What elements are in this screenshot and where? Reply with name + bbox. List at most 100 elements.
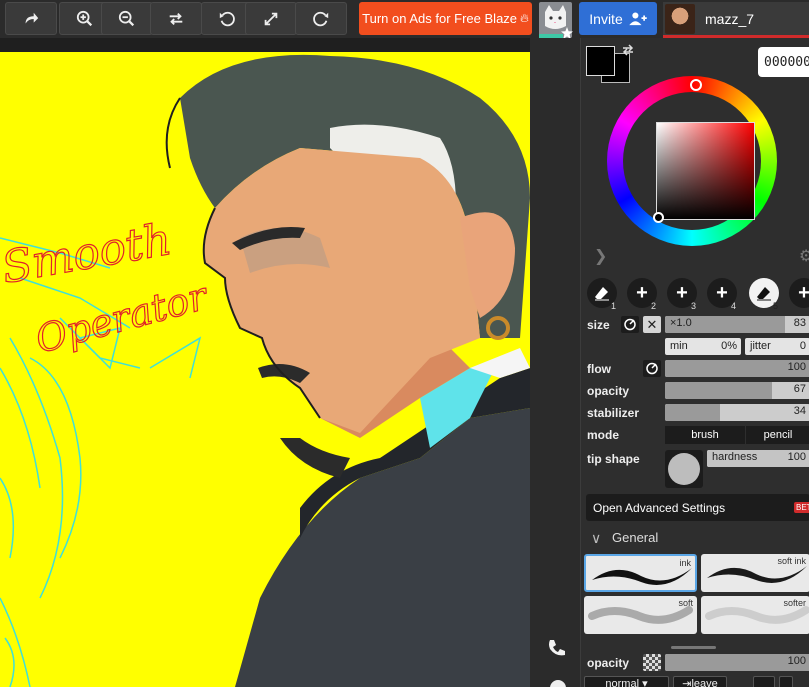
invite-label: Invite	[589, 10, 623, 27]
min-field[interactable]: min 0%	[665, 338, 741, 355]
hardness-label: hardness	[712, 451, 758, 463]
tip-shape-label: tip shape	[587, 452, 640, 466]
jitter-label: jitter	[750, 340, 771, 352]
rotate-left-icon	[219, 11, 235, 26]
preset-softer[interactable]: softer	[701, 596, 809, 634]
username: mazz_7	[705, 10, 755, 27]
stabilizer-value: 34	[793, 405, 806, 417]
advanced-label: Open Advanced Settings	[593, 501, 726, 515]
preset-soft-ink-name: soft ink	[777, 556, 806, 566]
opacity-slider-fill	[665, 382, 773, 399]
layer-opacity-label: opacity	[587, 656, 630, 670]
turn-on-ads-button[interactable]: Turn on Ads for Free Blaze 🔥︎	[359, 2, 532, 35]
stabilizer-label: stabilizer	[587, 406, 640, 420]
layers-icon[interactable]	[753, 676, 775, 687]
tool-slot-5-number: 5	[772, 301, 778, 311]
tool-slot-add[interactable]: +	[789, 278, 809, 308]
redo-icon	[25, 12, 39, 23]
user-avatar	[665, 3, 695, 34]
redo-button[interactable]	[5, 2, 57, 35]
cat-avatar[interactable]	[539, 2, 573, 39]
app-window: Turn on Ads for Free Blaze 🔥︎ Invite maz…	[0, 0, 809, 687]
mode-pencil-button[interactable]: pencil	[746, 426, 809, 444]
rotate-right-icon	[313, 11, 329, 26]
flip-button[interactable]	[150, 2, 202, 35]
flow-label: flow	[587, 362, 611, 376]
tip-shape-preview[interactable]	[665, 450, 703, 488]
opacity-value: 67	[793, 383, 806, 395]
preset-soft[interactable]: soft	[584, 596, 697, 634]
eraser-icon	[757, 287, 771, 301]
ads-label: Turn on Ads for Free Blaze	[362, 11, 518, 26]
tool-slot-3[interactable]: + 3	[667, 278, 697, 311]
transparency-icon[interactable]	[643, 654, 661, 671]
primary-color-swatch[interactable]	[586, 46, 615, 76]
tool-slot-2[interactable]: + 2	[627, 278, 657, 311]
hardness-slider[interactable]: hardness 100	[707, 450, 809, 467]
tool-slot-1[interactable]: 1	[587, 278, 617, 311]
user-chip[interactable]: mazz_7	[663, 2, 809, 35]
fullscreen-icon	[264, 12, 278, 25]
panel-scroll-handle[interactable]	[671, 646, 716, 649]
layer-menu-icon[interactable]	[779, 676, 793, 687]
size-value: 83	[793, 317, 806, 329]
flow-slider[interactable]: 100	[665, 360, 809, 377]
side-strip	[530, 38, 580, 687]
tool-slot-4-number: 4	[730, 301, 736, 311]
tool-slot-5-selected[interactable]: 5	[749, 278, 779, 311]
swap-colors-icon[interactable]	[621, 44, 635, 56]
preset-soft-ink[interactable]: soft ink	[701, 554, 809, 592]
hex-color-input[interactable]: 000000	[758, 47, 809, 77]
blend-mode-value: normal	[605, 678, 640, 687]
fullscreen-button[interactable]	[245, 2, 297, 35]
tool-slot-2-number: 2	[650, 301, 656, 311]
close-icon[interactable]: ✕	[643, 316, 661, 333]
chevron-down-icon[interactable]: ∨	[591, 530, 601, 547]
preset-soft-name: soft	[678, 598, 693, 608]
tool-panel: 000000 ❯ ⚙ 1 + 2 + 3 + 4 5 + size ✕ ×1.0…	[580, 38, 809, 687]
size-slider[interactable]: ×1.0 83	[665, 316, 809, 333]
flow-value: 100	[787, 361, 806, 373]
flow-pressure-toggle[interactable]	[643, 360, 661, 377]
hue-handle[interactable]	[690, 79, 702, 91]
zoom-out-button[interactable]	[101, 2, 153, 35]
color-handle[interactable]	[653, 212, 664, 223]
leave-button[interactable]: ⇥leave	[673, 676, 727, 687]
rotate-right-button[interactable]	[295, 2, 347, 35]
opacity-label: opacity	[587, 384, 630, 398]
size-pressure-toggle[interactable]	[621, 316, 639, 333]
stabilizer-slider[interactable]: 34	[665, 404, 809, 421]
mode-brush-button[interactable]: brush	[665, 426, 745, 444]
min-value: 0%	[721, 340, 737, 352]
layer-opacity-value: 100	[787, 655, 806, 667]
top-toolbar: Turn on Ads for Free Blaze 🔥︎ Invite maz…	[0, 0, 809, 39]
tool-slot-4[interactable]: + 4	[707, 278, 737, 311]
size-label: size	[587, 318, 610, 332]
caret-down-icon: ▾	[642, 678, 648, 687]
opacity-slider[interactable]: 67	[665, 382, 809, 399]
blend-mode-select[interactable]: normal ▾	[584, 676, 669, 687]
chevron-right-icon[interactable]: ❯	[594, 246, 607, 266]
beta-badge: BETA	[794, 502, 809, 513]
flame-icon: 🔥︎	[520, 11, 529, 25]
layer-opacity-slider[interactable]: 100	[665, 654, 809, 671]
tip-circle	[668, 453, 700, 485]
settings-icon[interactable]: ⚙	[799, 246, 809, 266]
drawing-canvas[interactable]: Smooth Operator	[0, 38, 530, 687]
size-multiplier: ×1.0	[670, 317, 692, 329]
jitter-value: 0	[799, 340, 806, 352]
saturation-value-square[interactable]	[656, 122, 755, 220]
hardness-value: 100	[787, 451, 806, 463]
phone-icon[interactable]	[546, 637, 568, 659]
mode-label: mode	[587, 428, 620, 442]
zoom-out-icon	[118, 10, 135, 26]
jitter-field[interactable]: jitter 0	[745, 338, 809, 355]
open-advanced-settings-button[interactable]: Open Advanced Settings BETA	[586, 494, 809, 521]
flip-icon	[169, 12, 183, 25]
preset-ink-name: ink	[679, 558, 691, 568]
preset-softer-name: softer	[783, 598, 806, 608]
invite-button[interactable]: Invite	[579, 2, 657, 35]
preset-ink[interactable]: ink	[584, 554, 697, 592]
stabilizer-slider-fill	[665, 404, 721, 421]
plus-icon: +	[798, 281, 809, 304]
